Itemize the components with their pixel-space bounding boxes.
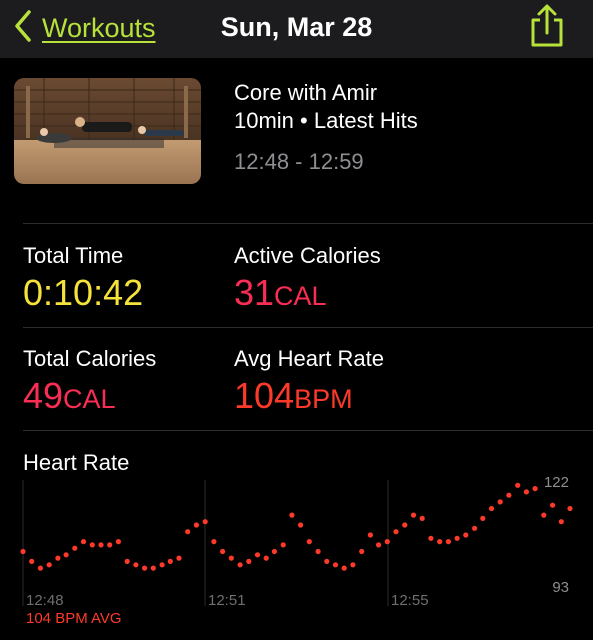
heart-rate-point bbox=[376, 542, 382, 548]
heart-rate-point bbox=[133, 562, 139, 568]
heart-rate-point bbox=[72, 545, 78, 551]
heart-rate-point bbox=[271, 548, 277, 555]
divider bbox=[23, 327, 593, 328]
heart-rate-point bbox=[263, 555, 269, 561]
total-time-label: Total Time bbox=[23, 243, 124, 268]
heart-rate-point bbox=[472, 525, 478, 531]
heart-rate-point bbox=[20, 548, 26, 555]
workout-title: Core with Amir bbox=[234, 80, 378, 105]
heart-rate-title: Heart Rate bbox=[23, 450, 130, 475]
heart-rate-point bbox=[367, 532, 373, 538]
heart-rate-point bbox=[419, 515, 425, 521]
heart-rate-point bbox=[359, 548, 365, 555]
x-tick-label: 12:48 bbox=[26, 592, 64, 609]
heart-rate-point bbox=[237, 562, 243, 568]
share-button[interactable] bbox=[527, 3, 567, 54]
heart-rate-point bbox=[159, 562, 165, 568]
heart-rate-point bbox=[254, 552, 261, 558]
total-calories-value: 49CAL bbox=[23, 375, 116, 416]
heart-rate-point bbox=[558, 519, 564, 525]
active-calories-label: Active Calories bbox=[234, 243, 381, 268]
heart-rate-point bbox=[480, 515, 486, 521]
y-min-label: 93 bbox=[552, 579, 569, 596]
heart-rate-point bbox=[306, 539, 312, 545]
total-calories-label: Total Calories bbox=[23, 346, 157, 371]
x-tick-label: 12:55 bbox=[391, 592, 429, 609]
heart-rate-point bbox=[185, 529, 191, 535]
heart-rate-point bbox=[124, 558, 130, 564]
heart-rate-chart: 12:48 12:51 12:55 122 93 bbox=[20, 476, 573, 609]
total-calories-unit: CAL bbox=[63, 384, 116, 414]
heart-rate-point bbox=[246, 558, 252, 564]
workout-thumbnail bbox=[14, 78, 201, 184]
heart-rate-average: 104 BPM AVG bbox=[26, 610, 122, 627]
share-icon bbox=[527, 4, 567, 53]
heart-rate-point bbox=[506, 492, 512, 498]
heart-rate-point bbox=[150, 565, 156, 571]
page-title: Sun, Mar 28 bbox=[220, 12, 373, 42]
heart-rate-point bbox=[211, 539, 217, 545]
heart-rate-point bbox=[63, 552, 69, 558]
heart-rate-point bbox=[341, 565, 347, 571]
heart-rate-point bbox=[324, 558, 330, 564]
divider bbox=[23, 223, 593, 224]
heart-rate-point bbox=[445, 539, 451, 545]
heart-rate-point bbox=[80, 539, 87, 545]
heart-rate-point bbox=[515, 482, 521, 488]
heart-rate-point bbox=[332, 562, 339, 568]
heart-rate-point bbox=[202, 519, 208, 525]
active-calories-unit: CAL bbox=[274, 281, 327, 311]
avg-heart-rate-label: Avg Heart Rate bbox=[234, 346, 385, 371]
heart-rate-point bbox=[142, 565, 148, 571]
heart-rate-point bbox=[488, 505, 495, 512]
heart-rate-point bbox=[220, 548, 226, 555]
heart-rate-point bbox=[567, 505, 573, 512]
workout-time-range: 12:48 - 12:59 bbox=[234, 149, 364, 174]
heart-rate-point bbox=[228, 555, 234, 561]
heart-rate-point bbox=[402, 522, 408, 528]
avg-heart-rate-value: 104BPM bbox=[234, 375, 353, 416]
heart-rate-point bbox=[497, 499, 503, 505]
navigation-bar: Workouts Sun, Mar 28 bbox=[0, 0, 593, 58]
heart-rate-point bbox=[523, 489, 530, 495]
heart-rate-point bbox=[384, 539, 390, 545]
heart-rate-point bbox=[55, 555, 61, 561]
heart-rate-point bbox=[541, 512, 547, 518]
heart-rate-point bbox=[550, 502, 556, 508]
heart-rate-point bbox=[98, 542, 104, 548]
active-calories-value: 31CAL bbox=[234, 272, 327, 313]
workout-subtitle: 10min • Latest Hits bbox=[234, 108, 418, 133]
heart-rate-point bbox=[410, 512, 417, 518]
heart-rate-point bbox=[532, 486, 538, 492]
heart-rate-point bbox=[193, 522, 199, 528]
avg-heart-rate-unit: BPM bbox=[294, 384, 353, 414]
heart-rate-point bbox=[289, 512, 295, 518]
heart-rate-point bbox=[176, 555, 182, 561]
heart-rate-point bbox=[350, 562, 356, 568]
x-tick-label: 12:51 bbox=[208, 592, 246, 609]
heart-rate-point bbox=[393, 529, 399, 535]
heart-rate-point bbox=[107, 542, 113, 548]
y-max-label: 122 bbox=[544, 476, 569, 491]
total-time-value: 0:10:42 bbox=[23, 272, 144, 313]
heart-rate-point bbox=[280, 542, 286, 548]
heart-rate-point bbox=[46, 562, 52, 568]
heart-rate-point bbox=[315, 548, 321, 555]
heart-rate-point bbox=[89, 542, 95, 548]
heart-rate-point bbox=[463, 532, 469, 538]
heart-rate-point bbox=[437, 539, 443, 545]
heart-rate-point bbox=[115, 539, 121, 545]
heart-rate-point bbox=[29, 558, 35, 564]
heart-rate-point bbox=[37, 565, 44, 571]
heart-rate-point bbox=[298, 522, 304, 528]
heart-rate-point bbox=[428, 535, 434, 541]
heart-rate-point bbox=[454, 535, 460, 541]
heart-rate-point bbox=[167, 558, 173, 564]
divider bbox=[23, 430, 593, 431]
